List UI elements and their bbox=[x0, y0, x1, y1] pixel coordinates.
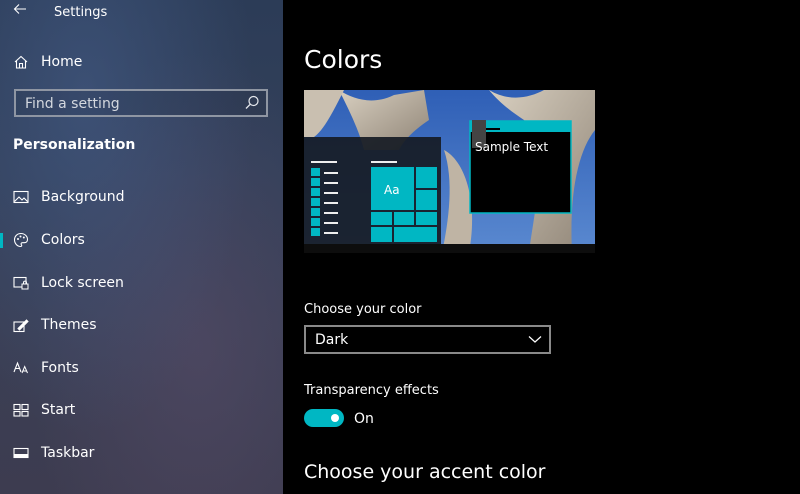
image-icon bbox=[12, 189, 30, 205]
tile-text: Aa bbox=[384, 183, 400, 197]
font-icon bbox=[12, 360, 30, 376]
sidebar-item-label: Themes bbox=[41, 317, 97, 333]
chevron-down-icon bbox=[528, 336, 542, 343]
home-label: Home bbox=[41, 54, 83, 70]
sidebar-item-label: Taskbar bbox=[41, 445, 95, 461]
accent-color-heading: Choose your accent color bbox=[304, 461, 546, 483]
color-mode-dropdown[interactable]: Dark bbox=[304, 325, 551, 354]
back-button[interactable] bbox=[13, 2, 27, 20]
sidebar-item-lock-screen[interactable]: Lock screen bbox=[0, 268, 283, 298]
sidebar-item-label: Colors bbox=[41, 232, 85, 248]
sidebar-item-fonts[interactable]: Fonts bbox=[0, 353, 283, 383]
brush-icon bbox=[12, 317, 30, 333]
arrow-left-icon bbox=[13, 4, 26, 14]
lock-screen-icon bbox=[12, 275, 30, 291]
main-content: Colors Aa Sample Text Choose your color … bbox=[283, 0, 800, 494]
sidebar-item-taskbar[interactable]: Taskbar bbox=[0, 438, 283, 468]
sidebar-item-start[interactable]: Start bbox=[0, 395, 283, 425]
taskbar-icon bbox=[12, 445, 30, 461]
sidebar-item-background[interactable]: Background bbox=[0, 182, 283, 212]
theme-preview: Aa Sample Text bbox=[304, 90, 595, 253]
search-icon[interactable] bbox=[243, 94, 261, 112]
transparency-label: Transparency effects bbox=[304, 383, 439, 398]
home-icon bbox=[14, 55, 28, 69]
sidebar-item-themes[interactable]: Themes bbox=[0, 310, 283, 340]
toggle-knob bbox=[331, 414, 339, 422]
transparency-state: On bbox=[354, 411, 374, 427]
search-input[interactable]: Find a setting bbox=[14, 89, 268, 117]
page-title: Colors bbox=[304, 45, 383, 74]
color-mode-label: Choose your color bbox=[304, 302, 422, 317]
home-nav-item[interactable]: Home bbox=[13, 52, 273, 72]
sidebar-item-label: Fonts bbox=[41, 360, 79, 376]
app-title: Settings bbox=[54, 5, 108, 20]
selection-indicator bbox=[0, 233, 3, 248]
transparency-toggle[interactable] bbox=[304, 409, 344, 427]
sidebar: Settings Home Find a setting Personaliza… bbox=[0, 0, 283, 494]
search-placeholder: Find a setting bbox=[25, 96, 120, 112]
color-mode-value: Dark bbox=[315, 332, 349, 348]
title-bar: Settings bbox=[0, 0, 283, 26]
sidebar-item-label: Lock screen bbox=[41, 275, 124, 291]
sidebar-item-label: Background bbox=[41, 189, 125, 205]
sample-text: Sample Text bbox=[475, 140, 548, 154]
sidebar-item-label: Start bbox=[41, 402, 76, 418]
preview-image: Aa Sample Text bbox=[304, 90, 595, 253]
sidebar-item-colors[interactable]: Colors bbox=[0, 225, 283, 255]
start-grid-icon bbox=[12, 402, 30, 418]
section-title: Personalization bbox=[13, 137, 136, 153]
palette-icon bbox=[12, 232, 30, 248]
